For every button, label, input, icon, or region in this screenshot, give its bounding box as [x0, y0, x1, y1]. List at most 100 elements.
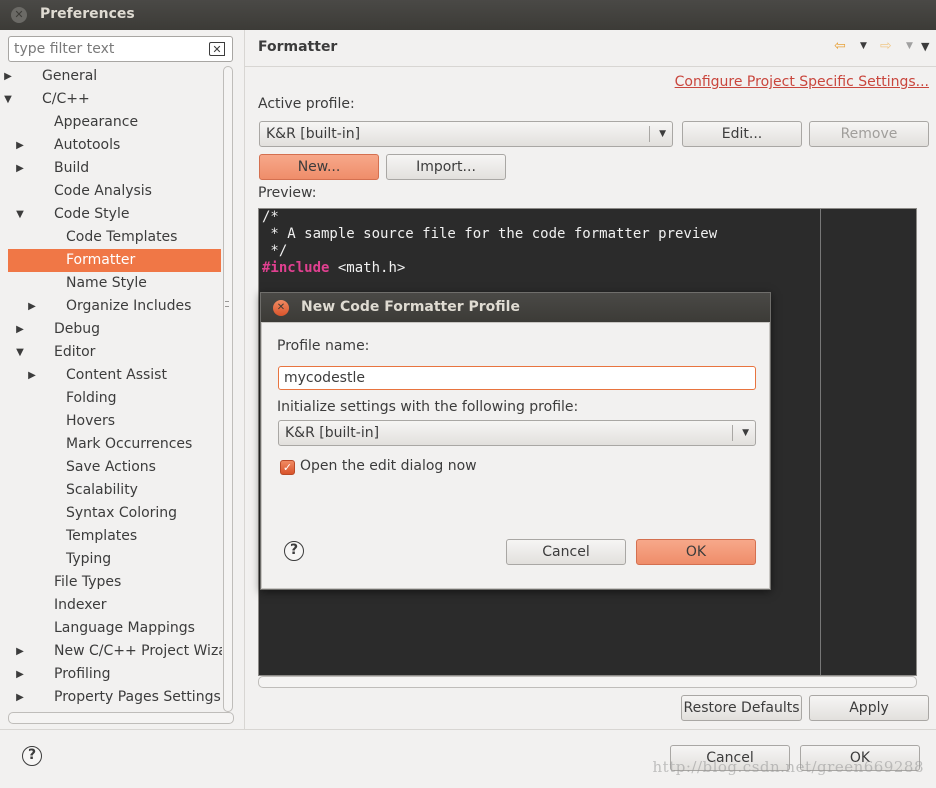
tree-item[interactable]: ▶ Autotools [8, 134, 221, 157]
tree-item-label: Name Style [66, 275, 147, 291]
tree-item[interactable]: Folding [8, 387, 221, 410]
dialog-body: Profile name: Initialize settings with t… [261, 322, 770, 589]
tree-item[interactable]: Templates [8, 525, 221, 548]
active-profile-select[interactable]: K&R [built-in] ▼ [259, 121, 673, 147]
tree-item-label: Autotools [54, 137, 121, 153]
remove-profile-button[interactable]: Remove [809, 121, 929, 147]
tree-item-label: File Types [54, 574, 122, 590]
collapse-arrow-icon[interactable]: ▼ [2, 88, 14, 111]
select-separator [649, 126, 650, 142]
open-edit-dialog-checkbox[interactable]: ✓ [280, 460, 295, 475]
expand-arrow-icon[interactable]: ▶ [14, 686, 26, 709]
tree-item-label: Scalability [66, 482, 138, 498]
tree-item-label: C/C++ [42, 91, 90, 107]
window-close-icon[interactable]: ✕ [11, 7, 27, 23]
tree-item[interactable]: ▶ Profiling [8, 663, 221, 686]
tree-item-label: Folding [66, 390, 117, 406]
tree-item[interactable]: Formatter [8, 249, 221, 272]
tree-item[interactable]: Code Templates [8, 226, 221, 249]
tree-vertical-scroll-thumb[interactable] [223, 66, 233, 712]
tree-item[interactable]: ▶ Debug [8, 318, 221, 341]
profile-name-field[interactable] [278, 366, 756, 390]
tree-item[interactable]: File Types [8, 571, 221, 594]
open-edit-dialog-label[interactable]: Open the edit dialog now [300, 458, 477, 474]
tree-item-label: Property Pages Settings [54, 689, 221, 705]
tree-item[interactable]: Typing [8, 548, 221, 571]
tree-item-label: Save Actions [66, 459, 156, 475]
tree-item[interactable]: Name Style [8, 272, 221, 295]
preview-label: Preview: [258, 185, 317, 201]
clear-filter-icon[interactable]: ✕ [209, 42, 225, 56]
back-arrow-icon[interactable]: ⇦ [834, 38, 846, 54]
preview-horizontal-scrollbar[interactable] [258, 676, 917, 688]
import-profile-button[interactable]: Import... [386, 154, 506, 180]
tree-item-label: Templates [66, 528, 138, 544]
configure-project-settings-link[interactable]: Configure Project Specific Settings... [675, 74, 929, 90]
tree-item[interactable]: Scalability [8, 479, 221, 502]
tree-item-label: New C/C++ Project Wizar [54, 643, 222, 659]
tree-item-label: Hovers [66, 413, 116, 429]
header-separator [245, 66, 936, 67]
expand-arrow-icon[interactable]: ▶ [14, 157, 26, 180]
restore-defaults-button[interactable]: Restore Defaults [681, 695, 802, 721]
tree-item[interactable]: ▼ Code Style [8, 203, 221, 226]
apply-button[interactable]: Apply [809, 695, 929, 721]
expand-arrow-icon[interactable]: ▶ [14, 663, 26, 686]
tree-item-label: Code Style [54, 206, 130, 222]
new-profile-button[interactable]: New... [259, 154, 379, 180]
tree-item[interactable]: Hovers [8, 410, 221, 433]
tree-item-label: Mark Occurrences [66, 436, 193, 452]
tree-item-label: Syntax Coloring [66, 505, 178, 521]
tree-item[interactable]: Save Actions [8, 456, 221, 479]
help-icon[interactable]: ? [284, 541, 304, 561]
dialog-close-icon[interactable]: ✕ [273, 300, 289, 316]
include-target: <math.h> [329, 260, 406, 276]
tree-item[interactable]: ▶ General [4, 66, 221, 88]
tree-item[interactable]: ▶ Content Assist [8, 364, 221, 387]
expand-arrow-icon[interactable]: ▶ [14, 318, 26, 341]
active-profile-label: Active profile: [258, 96, 355, 112]
tree-vertical-scrollbar[interactable] [222, 66, 234, 712]
expand-arrow-icon[interactable]: ▶ [26, 295, 38, 318]
tree-item[interactable]: Mark Occurrences [8, 433, 221, 456]
view-menu-icon[interactable]: ▼ [921, 40, 929, 53]
dialog-ok-button[interactable]: OK [636, 539, 756, 565]
preview-vertical-scrollbar[interactable] [904, 209, 916, 675]
help-icon[interactable]: ? [22, 746, 42, 766]
forward-arrow-icon[interactable]: ⇨ [880, 38, 892, 54]
tree-item[interactable]: Language Mappings [8, 617, 221, 640]
tree-item[interactable]: ▶ Organize Includes [8, 295, 221, 318]
tree-item[interactable]: Syntax Coloring [8, 502, 221, 525]
tree-item[interactable]: Appearance [8, 111, 221, 134]
edit-profile-button[interactable]: Edit... [682, 121, 802, 147]
active-profile-value: K&R [built-in] [266, 126, 361, 142]
preferences-sidebar: ✕ ▶ General ▼ C/C++ Appearance ▶ Autotools ▶ Bui… [0, 30, 244, 730]
tree-item[interactable]: ▼ Editor [8, 341, 221, 364]
filter-input[interactable] [14, 40, 204, 58]
tree-item[interactable]: Indexer [8, 594, 221, 617]
tree-item-label: Content Assist [66, 367, 167, 383]
tree-item[interactable]: Code Analysis [8, 180, 221, 203]
tree-item[interactable]: ▶ New C/C++ Project Wizar [8, 640, 222, 663]
dialog-titlebar: ✕ New Code Formatter Profile [261, 293, 770, 322]
forward-history-dropdown-icon[interactable]: ▼ [906, 41, 913, 51]
dialog-cancel-button[interactable]: Cancel [506, 539, 626, 565]
dialog-title: New Code Formatter Profile [301, 299, 520, 315]
collapse-arrow-icon[interactable]: ▼ [14, 203, 26, 226]
init-profile-select[interactable]: K&R [built-in] ▼ [278, 420, 756, 446]
chevron-down-icon: ▼ [742, 428, 749, 438]
tree-item[interactable]: ▶ Build [8, 157, 221, 180]
expand-arrow-icon[interactable]: ▶ [14, 134, 26, 157]
back-history-dropdown-icon[interactable]: ▼ [860, 41, 867, 51]
tree-item[interactable]: ▼ C/C++ [4, 88, 221, 111]
expand-arrow-icon[interactable]: ▶ [26, 364, 38, 387]
tree-horizontal-scrollbar[interactable] [8, 712, 234, 724]
expand-arrow-icon[interactable]: ▶ [2, 66, 14, 88]
profile-name-input[interactable] [284, 369, 744, 387]
tree-item-label: Code Analysis [54, 183, 152, 199]
collapse-arrow-icon[interactable]: ▼ [14, 341, 26, 364]
include-keyword: #include [262, 260, 330, 276]
tree-item-label: Editor [54, 344, 96, 360]
tree-item[interactable]: ▶ Property Pages Settings [8, 686, 221, 709]
expand-arrow-icon[interactable]: ▶ [14, 640, 26, 663]
